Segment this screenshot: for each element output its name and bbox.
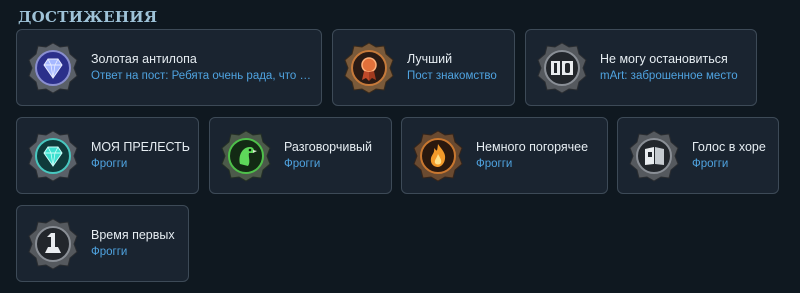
- section-title: ДОСТИЖЕНИЯ: [18, 8, 158, 26]
- achievement-card-talkative[interactable]: Разговорчивый Фрогги: [209, 117, 392, 194]
- achievement-name: Разговорчивый: [284, 140, 372, 154]
- achievement-link[interactable]: Фрогги: [692, 156, 772, 172]
- achievement-name: МОЯ ПРЕЛЕСТЬ: [91, 140, 191, 154]
- achievement-name: Время первых: [91, 228, 175, 242]
- achievement-link[interactable]: Фрогги: [91, 244, 182, 260]
- gem-icon: [27, 130, 79, 182]
- counter-icon: [536, 42, 588, 94]
- parrot-icon: [220, 130, 272, 182]
- achievement-card-voice-in-choir[interactable]: Голос в хоре Фрогги: [617, 117, 779, 194]
- achievement-link[interactable]: Пост знакомство: [407, 68, 508, 84]
- achievement-name: Лучший: [407, 52, 453, 66]
- first-place-icon: [27, 218, 79, 270]
- achievement-card-time-of-firsts[interactable]: Время первых Фрогги: [16, 205, 189, 282]
- achievement-card-best[interactable]: Лучший Пост знакомство: [332, 29, 515, 106]
- flame-icon: [412, 130, 464, 182]
- diamond-icon: [27, 42, 79, 94]
- achievement-name: Золотая антилопа: [91, 52, 197, 66]
- achievement-name: Голос в хоре: [692, 140, 766, 154]
- achievement-name: Немного погорячее: [476, 140, 589, 154]
- flag-icon: [628, 130, 680, 182]
- achievement-name: Не могу остановиться: [600, 52, 728, 66]
- achievement-card-cant-stop[interactable]: Не могу остановиться mArt: заброшенное м…: [525, 29, 757, 106]
- achievement-link[interactable]: Фрогги: [476, 156, 601, 172]
- achievement-card-my-precious[interactable]: МОЯ ПРЕЛЕСТЬ Фрогги: [16, 117, 199, 194]
- achievement-card-golden-antelope[interactable]: Золотая антилопа Ответ на пост: Ребята о…: [16, 29, 322, 106]
- achievement-link[interactable]: Ответ на пост: Ребята очень рада, что вы…: [91, 68, 315, 84]
- achievement-link[interactable]: Фрогги: [284, 156, 385, 172]
- medal-icon: [343, 42, 395, 94]
- achievement-card-little-hotter[interactable]: Немного погорячее Фрогги: [401, 117, 608, 194]
- achievement-link[interactable]: mArt: заброшенное место: [600, 68, 750, 84]
- achievement-link[interactable]: Фрогги: [91, 156, 192, 172]
